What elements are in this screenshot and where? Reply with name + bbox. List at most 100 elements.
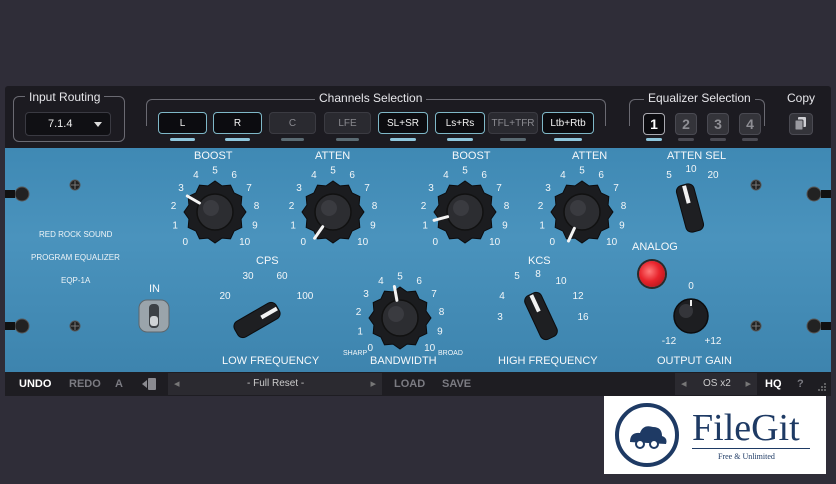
atten-sel-title: ATTEN SEL bbox=[667, 150, 727, 162]
oversampling-selector[interactable]: ◂ OS x2 ▸ bbox=[675, 373, 757, 395]
scale-tick-label: 60 bbox=[276, 271, 288, 282]
equalizer-button-3[interactable]: 3 bbox=[707, 113, 729, 135]
atten-low-title: ATTEN bbox=[315, 150, 351, 162]
equalizer-button-4[interactable]: 4 bbox=[739, 113, 761, 135]
boost-low-knob[interactable]: 01 234 5 678 910 bbox=[171, 166, 260, 249]
scale-tick-label: 0 bbox=[183, 237, 189, 248]
scale-tick-label: 9 bbox=[502, 221, 508, 232]
equalizer-indicator bbox=[678, 138, 694, 141]
scale-tick-label: 1 bbox=[290, 221, 296, 232]
output-gain-knob[interactable] bbox=[673, 298, 709, 334]
scale-tick-label: 5 bbox=[330, 166, 336, 177]
scale-tick-label: 7 bbox=[364, 183, 370, 194]
watermark-divider bbox=[692, 448, 810, 449]
oversampling-value: OS x2 bbox=[703, 378, 731, 389]
scale-tick-label: 4 bbox=[193, 170, 199, 181]
equalizer-button-2[interactable]: 2 bbox=[675, 113, 697, 135]
scale-tick-label: 5 bbox=[212, 166, 218, 177]
scale-tick-label: 3 bbox=[428, 183, 434, 194]
scale-tick-label: 10 bbox=[424, 343, 436, 354]
filegit-watermark: FileGit Free & Unlimited bbox=[604, 396, 826, 474]
high-frequency-knob[interactable] bbox=[523, 290, 560, 341]
low-frequency-title: LOW FREQUENCY bbox=[222, 355, 320, 367]
scale-tick-label: 7 bbox=[431, 289, 437, 300]
scale-tick-label: 3 bbox=[545, 183, 551, 194]
scale-tick-label: 0 bbox=[301, 237, 307, 248]
copy-button[interactable] bbox=[789, 113, 813, 135]
scale-tick-label: 5 bbox=[462, 166, 468, 177]
scale-tick-label: 5 bbox=[666, 170, 672, 181]
ab-button[interactable]: A bbox=[115, 378, 123, 390]
scale-tick-label: 4 bbox=[560, 170, 566, 181]
os-prev-icon[interactable]: ◂ bbox=[681, 377, 687, 390]
atten-low-knob[interactable]: 01 234 5 678 910 bbox=[289, 166, 378, 249]
save-button[interactable]: SAVE bbox=[442, 378, 471, 390]
boost-high-title: BOOST bbox=[452, 150, 491, 162]
scale-tick-label: 3 bbox=[178, 183, 184, 194]
scale-tick-label: 6 bbox=[416, 276, 422, 287]
hq-button[interactable]: HQ bbox=[765, 378, 782, 390]
channel-indicator bbox=[500, 138, 526, 141]
atten-high-knob[interactable]: 01 234 5 678 910 bbox=[538, 166, 627, 249]
channel-button-7[interactable]: Ltb+Rtb bbox=[542, 112, 594, 134]
scale-tick-label: 10 bbox=[685, 164, 697, 175]
scale-tick-label: 0 bbox=[433, 237, 439, 248]
scale-tick-label: 4 bbox=[499, 291, 505, 302]
channel-button-1[interactable]: R bbox=[213, 112, 262, 134]
scale-tick-label: 5 bbox=[397, 272, 403, 283]
channel-indicator bbox=[225, 138, 250, 141]
bandwidth-knob[interactable]: 01 234 5 678 910 bbox=[356, 272, 445, 355]
preset-next-icon[interactable]: ▸ bbox=[370, 377, 376, 390]
channel-button-3[interactable]: LFE bbox=[324, 112, 371, 134]
scale-tick-label: 3 bbox=[363, 289, 369, 300]
scale-tick-label: 6 bbox=[598, 170, 604, 181]
channel-indicator bbox=[170, 138, 195, 141]
scale-tick-label: 8 bbox=[439, 307, 445, 318]
scale-tick-label: 8 bbox=[504, 201, 510, 212]
scale-tick-label: 1 bbox=[357, 327, 363, 338]
scale-tick-label: 4 bbox=[378, 276, 384, 287]
channel-button-4[interactable]: SL+SR bbox=[378, 112, 428, 134]
low-frequency-knob[interactable] bbox=[232, 300, 283, 340]
analog-led-button[interactable] bbox=[639, 261, 665, 287]
channel-button-0[interactable]: L bbox=[158, 112, 207, 134]
atten-sel-knob[interactable] bbox=[675, 182, 705, 233]
channel-button-2[interactable]: C bbox=[269, 112, 316, 134]
ab-copy-icon[interactable] bbox=[141, 377, 157, 391]
help-button[interactable]: ? bbox=[797, 378, 804, 390]
channel-button-6[interactable]: TFL+TFR bbox=[488, 112, 538, 134]
equalizer-panel: RED ROCK SOUND PROGRAM EQUALIZER EQP-1A … bbox=[5, 148, 831, 372]
equalizer-button-1[interactable]: 1 bbox=[643, 113, 665, 135]
channel-button-5[interactable]: Ls+Rs bbox=[435, 112, 485, 134]
scale-tick-label: 8 bbox=[372, 201, 378, 212]
preset-selector[interactable]: ◂ - Full Reset - ▸ bbox=[168, 373, 382, 395]
input-routing-select[interactable]: 7.1.4 bbox=[25, 112, 111, 136]
redo-button[interactable]: REDO bbox=[69, 378, 101, 390]
scale-tick-label: 10 bbox=[489, 237, 501, 248]
filegit-tagline: Free & Unlimited bbox=[718, 452, 775, 461]
os-next-icon[interactable]: ▸ bbox=[745, 377, 751, 390]
scale-tick-label: 12 bbox=[572, 291, 584, 302]
load-button[interactable]: LOAD bbox=[394, 378, 425, 390]
header-bar: Input Routing 7.1.4 Channels Selection L… bbox=[5, 86, 831, 148]
bandwidth-title: BANDWIDTH bbox=[370, 355, 437, 367]
equalizer-indicator bbox=[710, 138, 726, 141]
equalizer-indicator bbox=[742, 138, 758, 141]
channel-indicator bbox=[554, 138, 582, 141]
boost-high-knob[interactable]: 01 234 5 678 910 bbox=[421, 166, 510, 249]
scale-tick-label: 8 bbox=[621, 201, 627, 212]
atten-high-title: ATTEN bbox=[572, 150, 608, 162]
scale-tick-label: 20 bbox=[707, 170, 719, 181]
footer-bar: UNDO REDO A ◂ - Full Reset - ▸ LOAD SAVE… bbox=[5, 372, 831, 396]
scale-tick-label: 100 bbox=[297, 291, 314, 302]
filegit-logo-icon bbox=[615, 403, 679, 467]
scale-tick-label: 10 bbox=[606, 237, 618, 248]
scale-tick-label: 0 bbox=[688, 281, 694, 292]
scale-tick-label: 0 bbox=[550, 237, 556, 248]
undo-button[interactable]: UNDO bbox=[19, 378, 51, 390]
equalizer-indicator bbox=[646, 138, 662, 141]
preset-prev-icon[interactable]: ◂ bbox=[174, 377, 180, 390]
channel-indicator bbox=[281, 138, 304, 141]
broad-label: BROAD bbox=[438, 350, 463, 357]
resize-grip-icon[interactable] bbox=[817, 382, 827, 392]
